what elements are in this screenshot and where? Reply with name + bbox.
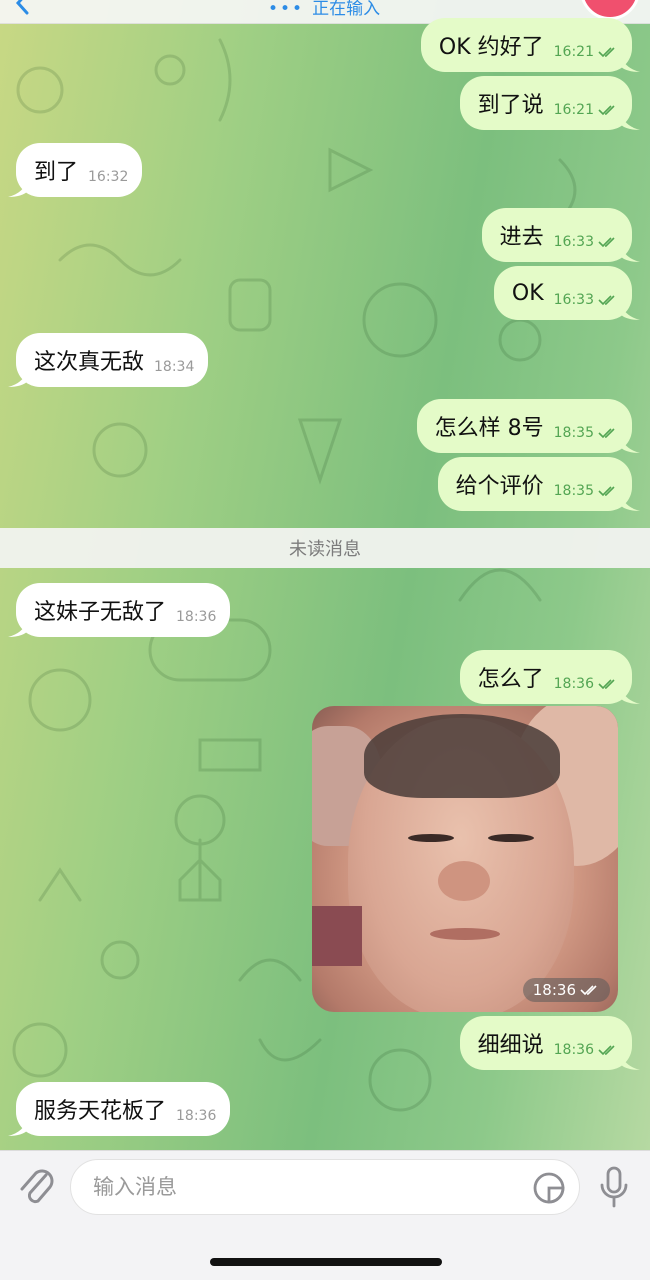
bubble-tail <box>620 244 640 262</box>
message-meta: 18:36 <box>176 609 216 625</box>
message-time: 18:36 <box>553 676 594 692</box>
message-time: 16:21 <box>553 44 594 60</box>
bubble-tail <box>620 1052 640 1070</box>
unread-divider: 未读消息 <box>0 528 650 568</box>
double-check-icon <box>598 105 615 116</box>
bubble-tail <box>620 435 640 453</box>
message-text: 怎么了 <box>477 667 544 692</box>
sticker-icon[interactable] <box>531 1170 567 1206</box>
message-text: 这次真无敌 <box>34 350 145 375</box>
message-time: 18:36 <box>176 609 217 625</box>
home-indicator[interactable] <box>210 1258 442 1266</box>
message-text: 怎么样 8号 <box>434 416 544 441</box>
message-text: 这妹子无敌了 <box>34 600 167 625</box>
photo-detail <box>488 834 534 842</box>
photo-detail <box>438 861 490 901</box>
message-meta: 18:36 <box>554 1042 618 1058</box>
message-bubble-outgoing[interactable]: 怎么了 18:36 <box>459 650 640 704</box>
double-check-icon <box>598 295 615 306</box>
message-time: 16:33 <box>553 292 594 308</box>
message-bubble-incoming[interactable]: 服务天花板了 18:36 <box>8 1082 231 1136</box>
message-meta: 18:35 <box>554 483 618 499</box>
bubble-tail <box>8 179 28 197</box>
message-text: 给个评价 <box>455 474 544 499</box>
message-time: 18:35 <box>553 483 594 499</box>
photo-detail <box>312 906 362 966</box>
message-time: 18:35 <box>553 425 594 441</box>
bubble-tail <box>620 493 640 511</box>
message-time: 16:32 <box>88 169 129 185</box>
message-time: 18:36 <box>176 1108 217 1124</box>
bubble-tail <box>620 112 640 130</box>
message-meta: 16:33 <box>554 234 618 250</box>
typing-status: ••• 正在输入 <box>268 0 381 19</box>
bubble-tail <box>620 302 640 320</box>
message-bubble-outgoing[interactable]: 进去 16:33 <box>481 208 640 262</box>
message-meta: 16:32 <box>88 169 128 185</box>
message-meta: 18:36 <box>176 1108 216 1124</box>
message-bubble-outgoing[interactable]: OK 16:33 <box>493 266 640 320</box>
photo-message[interactable]: 18:36 <box>312 706 618 1012</box>
message-text: 到了 <box>34 160 79 185</box>
message-text: OK <box>511 280 544 306</box>
message-meta: 18:34 <box>154 359 194 375</box>
message-text: 服务天花板了 <box>34 1099 167 1124</box>
message-bubble-incoming[interactable]: 到了 16:32 <box>8 143 143 197</box>
message-bubble-outgoing[interactable]: 细细说 18:36 <box>459 1016 640 1070</box>
avatar[interactable] <box>580 0 640 20</box>
message-bubble-outgoing[interactable]: OK 约好了 16:21 <box>420 18 640 72</box>
message-meta: 18:35 <box>554 425 618 441</box>
double-check-icon <box>598 237 615 248</box>
bubble-tail <box>620 54 640 72</box>
double-check-icon <box>598 486 615 497</box>
message-time: 18:34 <box>154 359 195 375</box>
double-check-icon <box>598 47 615 58</box>
message-bubble-outgoing[interactable]: 到了说 16:21 <box>459 76 640 130</box>
paperclip-icon[interactable] <box>16 1165 56 1209</box>
message-bubble-outgoing[interactable]: 给个评价 18:35 <box>437 457 640 511</box>
message-bubble-outgoing[interactable]: 怎么样 8号 18:35 <box>416 399 640 453</box>
bubble-tail <box>620 686 640 704</box>
photo-detail <box>364 714 560 798</box>
photo-detail <box>408 834 454 842</box>
double-check-icon <box>580 985 597 996</box>
message-meta: 18:36 <box>554 676 618 692</box>
message-time: 16:33 <box>553 234 594 250</box>
photo-time-badge: 18:36 <box>522 978 610 1002</box>
message-time: 18:36 <box>532 981 576 999</box>
bubble-tail <box>8 619 28 637</box>
bubble-tail <box>8 369 28 387</box>
message-bubble-incoming[interactable]: 这次真无敌 18:34 <box>8 333 209 387</box>
double-check-icon <box>598 428 615 439</box>
microphone-icon[interactable] <box>596 1165 632 1209</box>
message-text: OK 约好了 <box>438 35 544 60</box>
double-check-icon <box>598 1045 615 1056</box>
photo-detail <box>430 928 500 940</box>
message-time: 16:21 <box>553 102 594 118</box>
message-text: 到了说 <box>477 93 544 118</box>
double-check-icon <box>598 679 615 690</box>
bubble-tail <box>8 1118 28 1136</box>
message-text: 细细说 <box>477 1033 544 1058</box>
message-input-container[interactable] <box>70 1159 580 1215</box>
message-meta: 16:21 <box>554 102 618 118</box>
message-meta: 16:33 <box>554 292 618 308</box>
message-input[interactable] <box>93 1175 493 1199</box>
message-meta: 16:21 <box>554 44 618 60</box>
message-text: 进去 <box>499 225 544 250</box>
message-time: 18:36 <box>553 1042 594 1058</box>
chevron-left-icon[interactable] <box>10 0 36 16</box>
message-bubble-incoming[interactable]: 这妹子无敌了 18:36 <box>8 583 231 637</box>
typing-dots-icon: ••• <box>268 0 305 19</box>
